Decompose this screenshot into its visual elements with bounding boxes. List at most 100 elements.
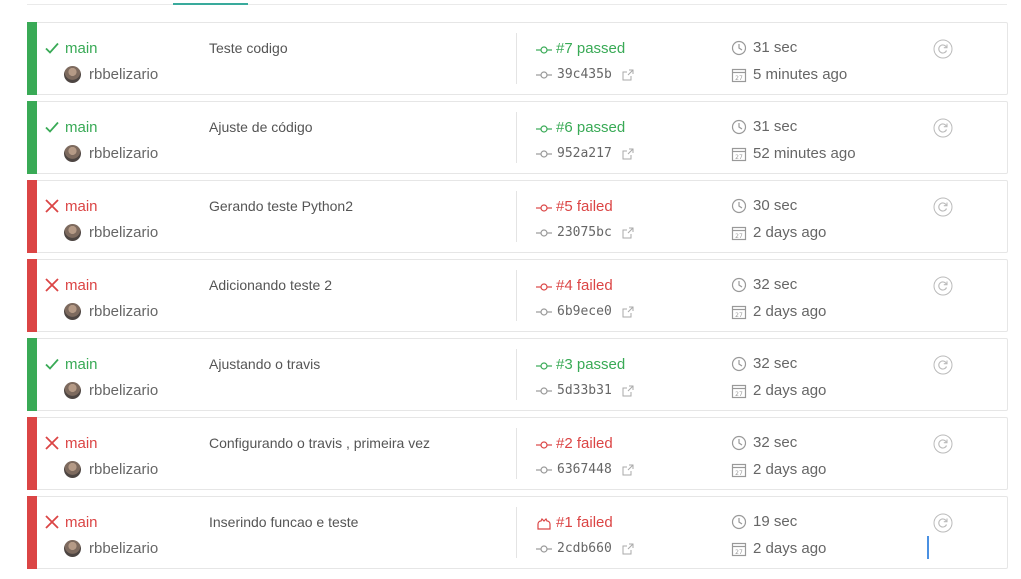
branch[interactable]: main bbox=[43, 39, 98, 57]
finished: 27 2 days ago bbox=[731, 540, 826, 557]
branch[interactable]: main bbox=[43, 197, 98, 215]
status-stripe bbox=[27, 22, 37, 95]
build-number[interactable]: #6 passed bbox=[536, 119, 625, 136]
build-label[interactable]: #5 failed bbox=[556, 198, 613, 215]
commit[interactable]: 952a217 bbox=[536, 146, 634, 161]
duration-text: 31 sec bbox=[753, 118, 798, 135]
branch-name[interactable]: main bbox=[65, 277, 98, 294]
branch-name[interactable]: main bbox=[65, 514, 98, 531]
build-label[interactable]: #2 failed bbox=[556, 435, 613, 452]
build-row-2[interactable]: main rbbelizario Configurando o travis ,… bbox=[27, 417, 1008, 490]
restart-icon[interactable] bbox=[933, 355, 953, 375]
calendar-icon: 27 bbox=[731, 541, 747, 557]
commit[interactable]: 5d33b31 bbox=[536, 383, 634, 398]
commit-message: Gerando teste Python2 bbox=[209, 198, 353, 214]
commit-sha[interactable]: 5d33b31 bbox=[557, 383, 612, 398]
build-number[interactable]: #4 failed bbox=[536, 277, 613, 294]
author: rbbelizario bbox=[64, 382, 158, 399]
status-stripe bbox=[27, 101, 37, 174]
branch-name[interactable]: main bbox=[65, 198, 98, 215]
commit[interactable]: 23075bc bbox=[536, 225, 634, 240]
branch-name[interactable]: main bbox=[65, 119, 98, 136]
divider bbox=[516, 270, 517, 321]
avatar bbox=[64, 66, 81, 83]
restart-build-button[interactable] bbox=[933, 276, 953, 296]
build-row-7[interactable]: main rbbelizario Teste codigo #7 passed … bbox=[27, 22, 1008, 95]
build-label[interactable]: #7 passed bbox=[556, 40, 625, 57]
calendar-icon: 27 bbox=[731, 67, 747, 83]
build-row-5[interactable]: main rbbelizario Gerando teste Python2 #… bbox=[27, 180, 1008, 253]
restart-icon[interactable] bbox=[933, 276, 953, 296]
commit-sha[interactable]: 6367448 bbox=[557, 462, 612, 477]
external-link-icon[interactable] bbox=[622, 385, 634, 397]
build-number[interactable]: #5 failed bbox=[536, 198, 613, 215]
duration-text: 32 sec bbox=[753, 434, 798, 451]
build-number[interactable]: #1 failed bbox=[536, 514, 613, 531]
restart-build-button[interactable] bbox=[933, 197, 953, 217]
commit[interactable]: 6b9ece0 bbox=[536, 304, 634, 319]
svg-text:27: 27 bbox=[735, 312, 743, 319]
build-number[interactable]: #2 failed bbox=[536, 435, 613, 452]
author: rbbelizario bbox=[64, 66, 158, 83]
restart-icon[interactable] bbox=[933, 197, 953, 217]
divider bbox=[516, 112, 517, 163]
svg-text:27: 27 bbox=[735, 549, 743, 556]
build-label[interactable]: #1 failed bbox=[556, 514, 613, 531]
commit-sha[interactable]: 39c435b bbox=[557, 67, 612, 82]
build-row-4[interactable]: main rbbelizario Adicionando teste 2 #4 … bbox=[27, 259, 1008, 332]
external-link-icon[interactable] bbox=[622, 543, 634, 555]
author-name: rbbelizario bbox=[89, 145, 159, 162]
external-link-icon[interactable] bbox=[622, 306, 634, 318]
build-row-1[interactable]: main rbbelizario Inserindo funcao e test… bbox=[27, 496, 1008, 569]
commit-sha[interactable]: 952a217 bbox=[557, 146, 612, 161]
commit-icon bbox=[536, 122, 552, 134]
restart-icon[interactable] bbox=[933, 39, 953, 59]
author: rbbelizario bbox=[64, 224, 158, 241]
restart-build-button[interactable] bbox=[933, 39, 953, 59]
commit[interactable]: 39c435b bbox=[536, 67, 634, 82]
build-label[interactable]: #3 passed bbox=[556, 356, 625, 373]
commit-message: Configurando o travis , primeira vez bbox=[209, 435, 430, 451]
calendar-icon: 27 bbox=[731, 146, 747, 162]
clock-icon bbox=[731, 119, 747, 135]
branch[interactable]: main bbox=[43, 355, 98, 373]
build-number[interactable]: #7 passed bbox=[536, 40, 625, 57]
restart-build-button[interactable] bbox=[933, 118, 953, 138]
active-tab-indicator bbox=[173, 3, 248, 5]
branch-name[interactable]: main bbox=[65, 356, 98, 373]
restart-build-button[interactable] bbox=[933, 513, 953, 533]
author: rbbelizario bbox=[64, 145, 158, 162]
restart-icon[interactable] bbox=[933, 434, 953, 454]
commit-sha[interactable]: 6b9ece0 bbox=[557, 304, 612, 319]
branch[interactable]: main bbox=[43, 276, 98, 294]
commit-sha[interactable]: 23075bc bbox=[557, 225, 612, 240]
build-row-3[interactable]: main rbbelizario Ajustando o travis #3 p… bbox=[27, 338, 1008, 411]
restart-build-button[interactable] bbox=[933, 434, 953, 454]
build-label[interactable]: #6 passed bbox=[556, 119, 625, 136]
branch[interactable]: main bbox=[43, 513, 98, 531]
build-history-list: main rbbelizario Teste codigo #7 passed … bbox=[27, 22, 1008, 575]
restart-icon[interactable] bbox=[933, 513, 953, 533]
author-name: rbbelizario bbox=[89, 66, 159, 83]
finished: 27 2 days ago bbox=[731, 224, 826, 241]
external-link-icon[interactable] bbox=[622, 69, 634, 81]
build-label[interactable]: #4 failed bbox=[556, 277, 613, 294]
commit[interactable]: 6367448 bbox=[536, 462, 634, 477]
external-link-icon[interactable] bbox=[622, 227, 634, 239]
branch[interactable]: main bbox=[43, 434, 98, 452]
commit-sha[interactable]: 2cdb660 bbox=[557, 541, 612, 556]
duration: 32 sec bbox=[731, 276, 797, 293]
restart-build-button[interactable] bbox=[933, 355, 953, 375]
restart-icon[interactable] bbox=[933, 118, 953, 138]
build-row-6[interactable]: main rbbelizario Ajuste de código #6 pas… bbox=[27, 101, 1008, 174]
branch-name[interactable]: main bbox=[65, 40, 98, 57]
external-link-icon[interactable] bbox=[622, 148, 634, 160]
status-stripe bbox=[27, 180, 37, 253]
branch-name[interactable]: main bbox=[65, 435, 98, 452]
build-number[interactable]: #3 passed bbox=[536, 356, 625, 373]
duration-text: 19 sec bbox=[753, 513, 798, 530]
branch[interactable]: main bbox=[43, 118, 98, 136]
external-link-icon[interactable] bbox=[622, 464, 634, 476]
commit[interactable]: 2cdb660 bbox=[536, 541, 634, 556]
commit-icon bbox=[536, 464, 552, 476]
